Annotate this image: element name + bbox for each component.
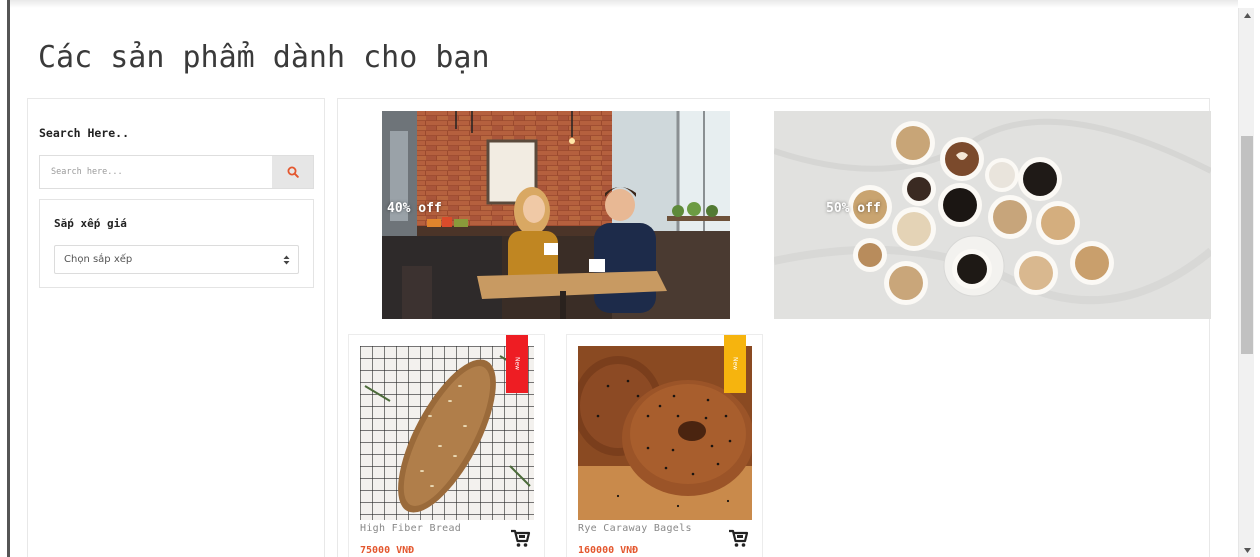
promo-banner-coffee[interactable]: 50% off: [774, 111, 1211, 319]
scrollbar-thumb[interactable]: [1241, 136, 1253, 354]
search-box: [39, 155, 314, 189]
sort-heading: Sắp xếp giá: [54, 217, 127, 230]
product-card[interactable]: New Rye Caraway Bagels 160000 VNĐ: [566, 334, 763, 557]
sort-select-value: Chọn sắp xếp: [64, 254, 133, 265]
promo-banner-cafe[interactable]: 40% off: [382, 111, 730, 319]
search-heading: Search Here..: [39, 126, 130, 140]
new-badge: New: [724, 335, 746, 393]
cart-icon: [729, 529, 749, 547]
banner-discount-label: 40% off: [387, 201, 442, 216]
product-card[interactable]: New High Fiber Bread 75000 VNĐ: [348, 334, 545, 557]
triangle-up-icon: [1243, 12, 1251, 18]
product-name[interactable]: Rye Caraway Bagels: [578, 523, 692, 534]
product-name[interactable]: High Fiber Bread: [360, 523, 461, 534]
sort-select[interactable]: Chọn sắp xếp: [54, 245, 299, 274]
banner-discount-label: 50% off: [826, 201, 881, 216]
search-button[interactable]: [272, 156, 313, 188]
add-to-cart-button[interactable]: [727, 528, 749, 548]
search-icon: [287, 166, 299, 178]
sort-arrows-icon: [283, 255, 290, 264]
new-badge-label: New: [731, 357, 739, 371]
sidebar: Search Here.. Sắp xếp giá Chọn sắp xếp: [27, 98, 325, 557]
scroll-up-arrow[interactable]: [1239, 8, 1255, 22]
vertical-scrollbar[interactable]: [1238, 8, 1254, 557]
product-price: 160000 VNĐ: [578, 545, 639, 556]
product-price: 75000 VNĐ: [360, 545, 415, 556]
sort-panel: Sắp xếp giá Chọn sắp xếp: [39, 199, 314, 288]
search-input[interactable]: [40, 156, 272, 188]
cart-icon: [511, 529, 531, 547]
new-badge: New: [506, 335, 528, 393]
page-title: Các sản phẩm dành cho bạn: [38, 40, 490, 75]
new-badge-label: New: [513, 357, 521, 371]
product-panel: 40% off 50% off New High Fiber Bread 750…: [337, 98, 1211, 557]
left-border: [7, 0, 10, 557]
top-shadow: [10, 0, 1238, 8]
scroll-down-arrow[interactable]: [1239, 543, 1255, 557]
add-to-cart-button[interactable]: [509, 528, 531, 548]
triangle-down-icon: [1243, 547, 1251, 553]
